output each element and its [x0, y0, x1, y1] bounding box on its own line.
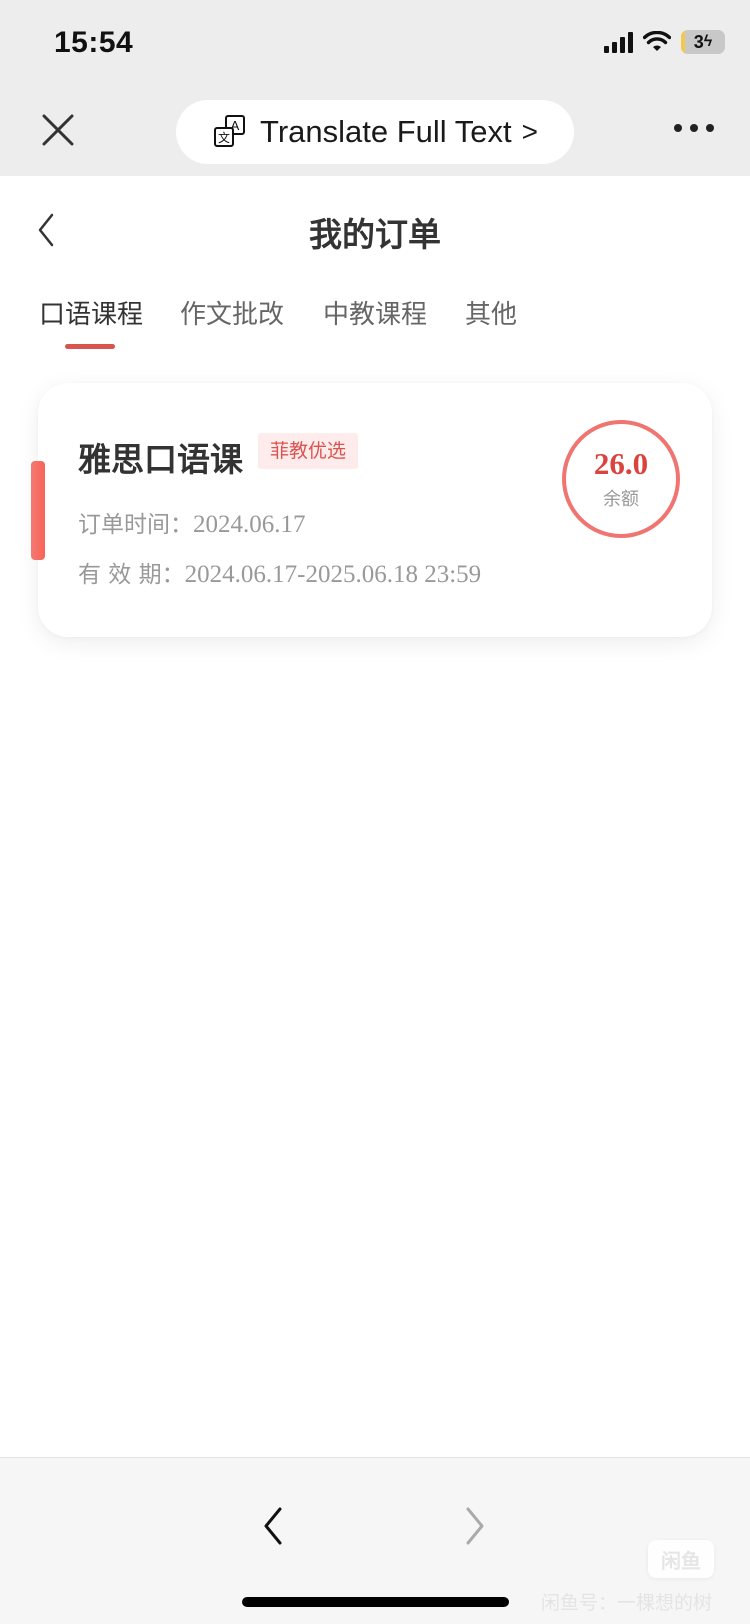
wifi-icon	[643, 31, 671, 51]
order-card[interactable]: 雅思口语课 菲教优选 订单时间：2024.06.17 有 效 期：2024.06…	[38, 383, 712, 637]
close-button[interactable]	[38, 110, 78, 150]
balance-label: 余额	[603, 489, 639, 510]
chevron-right-icon: >	[521, 116, 538, 147]
course-name: 雅思口语课	[78, 440, 243, 479]
browser-forward-button[interactable]	[460, 1504, 490, 1548]
page-title: 我的订单	[309, 215, 441, 254]
order-time-label: 订单时间：	[78, 512, 193, 538]
more-dots-icon	[674, 124, 682, 132]
balance-badge: 26.0 余额	[562, 420, 680, 538]
active-tab-indicator	[65, 344, 115, 349]
validity-label: 有 效 期：	[78, 562, 185, 588]
more-options-button[interactable]	[674, 124, 714, 132]
tab-essay-correction[interactable]: 作文批改	[180, 294, 284, 331]
translate-icon: A 文	[214, 115, 246, 147]
more-dots-icon	[706, 124, 714, 132]
battery-level: 3	[693, 31, 704, 52]
status-bar: 15:54 3ϟ	[0, 0, 750, 88]
balance-value: 26.0	[593, 446, 649, 481]
chevron-left-icon	[264, 1507, 282, 1545]
tab-other[interactable]: 其他	[465, 294, 517, 331]
order-time-value: 2024.06.17	[193, 511, 306, 538]
battery-charging-icon: 3ϟ	[681, 30, 725, 54]
status-time: 15:54	[54, 26, 134, 59]
home-indicator[interactable]	[242, 1597, 509, 1607]
more-dots-icon	[690, 124, 698, 132]
course-badge: 菲教优选	[258, 433, 359, 469]
validity-value: 2024.06.17-2025.06.18 23:59	[184, 561, 482, 588]
cellular-signal-icon	[604, 31, 633, 53]
tab-spoken-courses[interactable]: 口语课程	[39, 294, 143, 331]
tab-chinese-teacher-courses[interactable]: 中教课程	[323, 294, 427, 331]
translate-label: Translate Full Text	[260, 114, 512, 149]
card-accent-bar	[31, 461, 45, 560]
validity-row: 有 效 期：2024.06.17-2025.06.18 23:59	[78, 555, 481, 589]
status-icons: 3ϟ	[604, 30, 725, 54]
close-icon	[42, 114, 74, 146]
watermark-logo: 闲鱼	[648, 1540, 714, 1578]
browser-back-button[interactable]	[258, 1504, 288, 1548]
charging-bolt-icon: ϟ	[703, 33, 713, 50]
browser-nav-bar: A 文 Translate Full Text >	[0, 88, 750, 176]
order-category-tabs: 口语课程 作文批改 中教课程 其他	[0, 286, 750, 366]
translate-full-text-button[interactable]: A 文 Translate Full Text >	[176, 100, 574, 164]
svg-text:文: 文	[218, 130, 230, 145]
order-time-row: 订单时间：2024.06.17	[78, 505, 306, 539]
chevron-right-icon	[466, 1507, 484, 1545]
page-header: 我的订单	[0, 176, 750, 286]
watermark-text: 闲鱼号：一棵想的树	[540, 1592, 712, 1614]
